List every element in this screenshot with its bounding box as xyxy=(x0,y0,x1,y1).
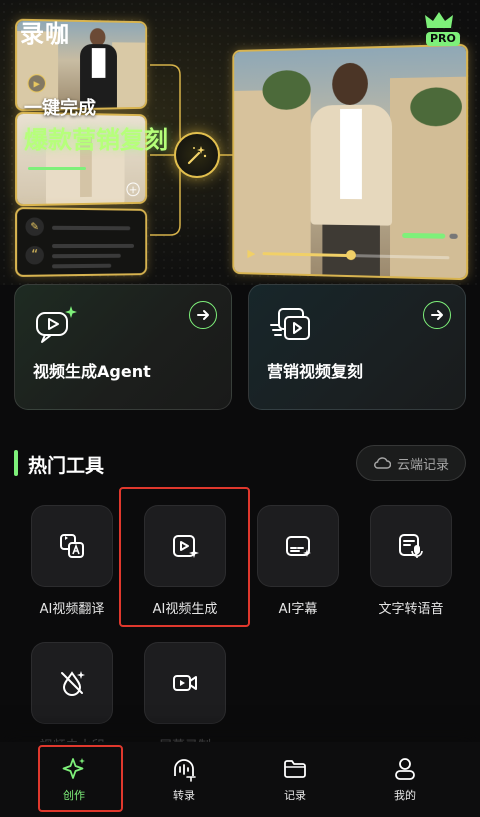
cloud-icon xyxy=(374,457,391,469)
app-title: 录咖 xyxy=(20,20,70,48)
folder-icon xyxy=(284,760,306,778)
user-icon xyxy=(395,758,415,780)
pen-icon: ✎ xyxy=(25,217,44,236)
video-agent-icon xyxy=(36,306,77,343)
cloud-records-label: 云端记录 xyxy=(396,457,449,473)
nav-item-records[interactable]: 记录 xyxy=(260,756,330,808)
video-agent-label: 视频生成Agent xyxy=(33,362,151,381)
hero-tagline: 一键完成 xyxy=(24,98,96,119)
transcribe-icon xyxy=(174,759,196,782)
screen-record-icon xyxy=(173,675,197,691)
nav-label: 创作 xyxy=(63,789,85,802)
tool-label: AI视频翻译 xyxy=(39,602,105,617)
tool-text-to-speech[interactable]: 文字转语音 xyxy=(363,505,459,617)
script-thumbnail: ✎ “ xyxy=(15,206,148,278)
pro-badge[interactable]: PRO xyxy=(422,10,460,46)
pro-label: PRO xyxy=(426,32,460,46)
sparkle-icon xyxy=(62,758,85,779)
section-accent-bar xyxy=(14,450,18,476)
video-copy-label: 营销视频复刻 xyxy=(267,362,364,381)
remove-watermark-icon xyxy=(61,671,85,696)
tool-label: AI视频生成 xyxy=(152,602,218,617)
result-video-preview: ▶ xyxy=(232,43,469,281)
hero-banner[interactable]: ▶ + ✎ “ ▶ 一键完成 爆款营销复刻 录咖 PRO xyxy=(0,0,480,285)
nav-label: 我的 xyxy=(394,789,416,802)
hero-headline: 爆款营销复刻 xyxy=(24,126,168,154)
video-copy-icon xyxy=(270,308,310,340)
play-icon: ▶ xyxy=(27,74,46,93)
tool-label: AI字幕 xyxy=(278,602,318,617)
crown-icon xyxy=(425,12,453,28)
tool-ai-subtitle[interactable]: AI字幕 xyxy=(250,505,346,617)
nav-item-create[interactable]: 创作 xyxy=(39,756,109,808)
progress-indicator xyxy=(402,232,446,239)
subtitle-icon xyxy=(286,536,311,557)
arrow-right-icon xyxy=(423,301,451,329)
video-copy-card[interactable]: 营销视频复刻 xyxy=(248,284,466,410)
tool-ai-video-generate[interactable]: AI视频生成 xyxy=(137,505,233,617)
video-generate-icon xyxy=(173,535,199,558)
arrow-right-icon xyxy=(189,301,217,329)
video-agent-card[interactable]: 视频生成Agent xyxy=(14,284,232,410)
translate-icon xyxy=(60,534,84,558)
tool-screen-record[interactable]: 屏幕录制 xyxy=(137,642,233,754)
headline-underline xyxy=(28,167,86,170)
quote-icon: “ xyxy=(25,246,44,265)
tool-remove-watermark[interactable]: 视频去水印 xyxy=(24,642,120,754)
nav-item-transcribe[interactable]: 转录 xyxy=(149,756,219,808)
text-to-speech-icon xyxy=(399,534,423,558)
section-title: 热门工具 xyxy=(28,455,105,477)
nav-item-me[interactable]: 我的 xyxy=(370,756,440,808)
bottom-navigation: 创作 转录 记录 我的 xyxy=(0,742,480,817)
tool-label: 文字转语音 xyxy=(378,602,444,617)
play-icon: ▶ xyxy=(247,246,256,260)
cloud-records-button[interactable]: 云端记录 xyxy=(356,445,466,481)
nav-label: 记录 xyxy=(284,789,306,802)
nav-label: 转录 xyxy=(173,789,195,802)
magic-wand-icon xyxy=(174,132,220,178)
tool-ai-video-translate[interactable]: AI视频翻译 xyxy=(24,505,120,617)
